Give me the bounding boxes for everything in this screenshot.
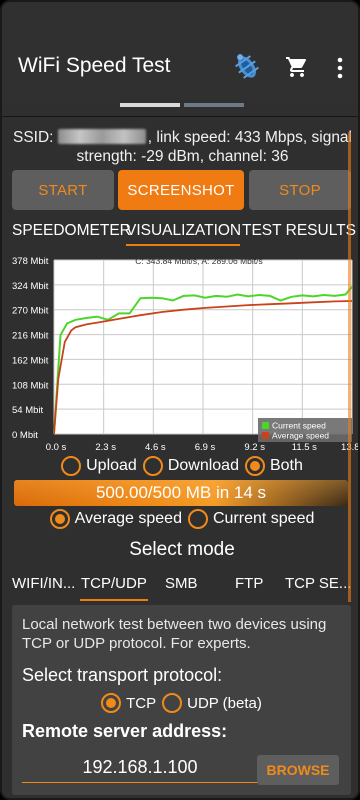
radio-tcp[interactable]: TCP [101, 693, 156, 713]
start-button[interactable]: START [12, 170, 114, 210]
progress-bar: 500.00/500 MB in 14 s [14, 480, 348, 506]
cart-icon[interactable] [285, 55, 309, 79]
y-tick-label: 216 Mbit [12, 331, 49, 342]
ssid-redacted [57, 129, 146, 144]
radio-download-dot[interactable] [142, 456, 163, 476]
radio-download-label: Download [167, 457, 239, 474]
stop-button[interactable]: STOP [249, 170, 351, 210]
x-tick-label: 4.6 s [145, 442, 166, 453]
radio-both-label: Both [269, 457, 303, 474]
x-tick-label: 11.5 s [292, 442, 317, 453]
speed-chart: 378 Mbit 324 Mbit 270 Mbit 216 Mbit 162 Mbit… [12, 256, 358, 453]
y-tick-label: 54 Mbit [12, 405, 44, 416]
page-indicator-inactive [184, 103, 244, 107]
server-address-label: Remote server address: [22, 721, 228, 741]
radio-upload-label: Upload [86, 457, 137, 474]
radio-udp-label: UDP (beta) [187, 694, 262, 712]
server-address-input[interactable]: 192.168.1.100 [22, 753, 258, 783]
x-tick-label: 2.3 s [95, 442, 116, 453]
radio-average-dot[interactable] [49, 509, 70, 529]
tab-wifi-internet[interactable]: WIFI/IN... [12, 575, 75, 592]
radio-average-speed[interactable]: Average speed [49, 509, 182, 529]
mode-tab-indicator [80, 599, 148, 601]
more-vert-icon[interactable] [331, 57, 349, 79]
transport-label: Select transport protocol: [22, 665, 223, 685]
protocol-radio-group: TCP UDP (beta) [12, 690, 351, 716]
radio-both[interactable]: Both [244, 456, 303, 476]
tab-test-results[interactable]: TEST RESULTS [242, 222, 356, 240]
tcp-udp-panel: Local network test between two devices u… [12, 605, 351, 795]
bug-icon[interactable] [230, 50, 264, 84]
radio-tcp-dot[interactable] [101, 693, 122, 713]
app-bar: WiFi Speed Test [2, 2, 358, 98]
y-tick-label: 162 Mbit [12, 355, 49, 366]
app-frame: WiFi Speed Test SSID: , link speed: 433 … [0, 0, 360, 800]
radio-udp[interactable]: UDP (beta) [162, 693, 262, 713]
x-tick-label: 0.0 s [46, 442, 67, 453]
app-title: WiFi Speed Test [18, 54, 171, 77]
tab-ftp[interactable]: FTP [235, 575, 263, 592]
chart-title: C: 343.84 Mbit/s, A: 289.06 Mbit/s [135, 256, 263, 266]
radio-tcp-label: TCP [126, 694, 157, 712]
network-info: SSID: , link speed: 433 Mbps, signal str… [10, 128, 355, 166]
y-tick-label: 0 Mbit [12, 430, 38, 441]
page-indicator-active [120, 103, 180, 107]
radio-average-label: Average speed [74, 510, 182, 527]
tab-visualization[interactable]: VISUALIZATION [126, 222, 241, 240]
radio-current-label: Current speed [212, 510, 315, 527]
y-tick-label: 324 Mbit [12, 281, 49, 292]
tab-tcp-udp[interactable]: TCP/UDP [81, 575, 147, 592]
radio-upload-dot[interactable] [61, 456, 82, 476]
y-tick-label: 378 Mbit [12, 256, 49, 267]
legend-label: Current speed [272, 421, 326, 431]
legend-label: Average speed [272, 431, 329, 441]
select-mode-title: Select mode [129, 539, 235, 560]
radio-upload[interactable]: Upload [61, 456, 137, 476]
panel-description: Local network test between two devices u… [22, 616, 327, 652]
x-tick-label: 6.9 s [195, 442, 216, 453]
x-tick-label: 9.2 s [244, 442, 265, 453]
progress-text: 500.00/500 MB in 14 s [95, 483, 267, 502]
screenshot-button[interactable]: SCREENSHOT [118, 170, 244, 210]
tab-tcp-server[interactable]: TCP SE... [285, 575, 351, 592]
direction-radio-group: Upload Download Both [2, 454, 358, 478]
radio-current-dot[interactable] [187, 509, 208, 529]
radio-current-speed[interactable]: Current speed [187, 509, 315, 529]
legend-swatch [262, 422, 269, 429]
y-tick-label: 270 Mbit [12, 306, 49, 317]
speed-mode-radio-group: Average speed Current speed [2, 507, 358, 531]
scrollbar[interactable] [348, 132, 351, 602]
legend-swatch [262, 432, 269, 439]
tab-indicator [126, 244, 240, 246]
divider [2, 116, 358, 117]
y-tick-label: 108 Mbit [12, 380, 49, 391]
browse-button[interactable]: BROWSE [257, 755, 339, 785]
ssid-prefix: SSID: [13, 129, 58, 146]
radio-both-dot[interactable] [244, 456, 265, 476]
radio-udp-dot[interactable] [162, 693, 183, 713]
tab-speedometer[interactable]: SPEEDOMETER [12, 222, 131, 240]
mode-tabs: WIFI/IN... TCP/UDP SMB FTP TCP SE... [2, 570, 358, 600]
radio-download[interactable]: Download [142, 456, 239, 476]
tab-smb[interactable]: SMB [165, 575, 198, 592]
